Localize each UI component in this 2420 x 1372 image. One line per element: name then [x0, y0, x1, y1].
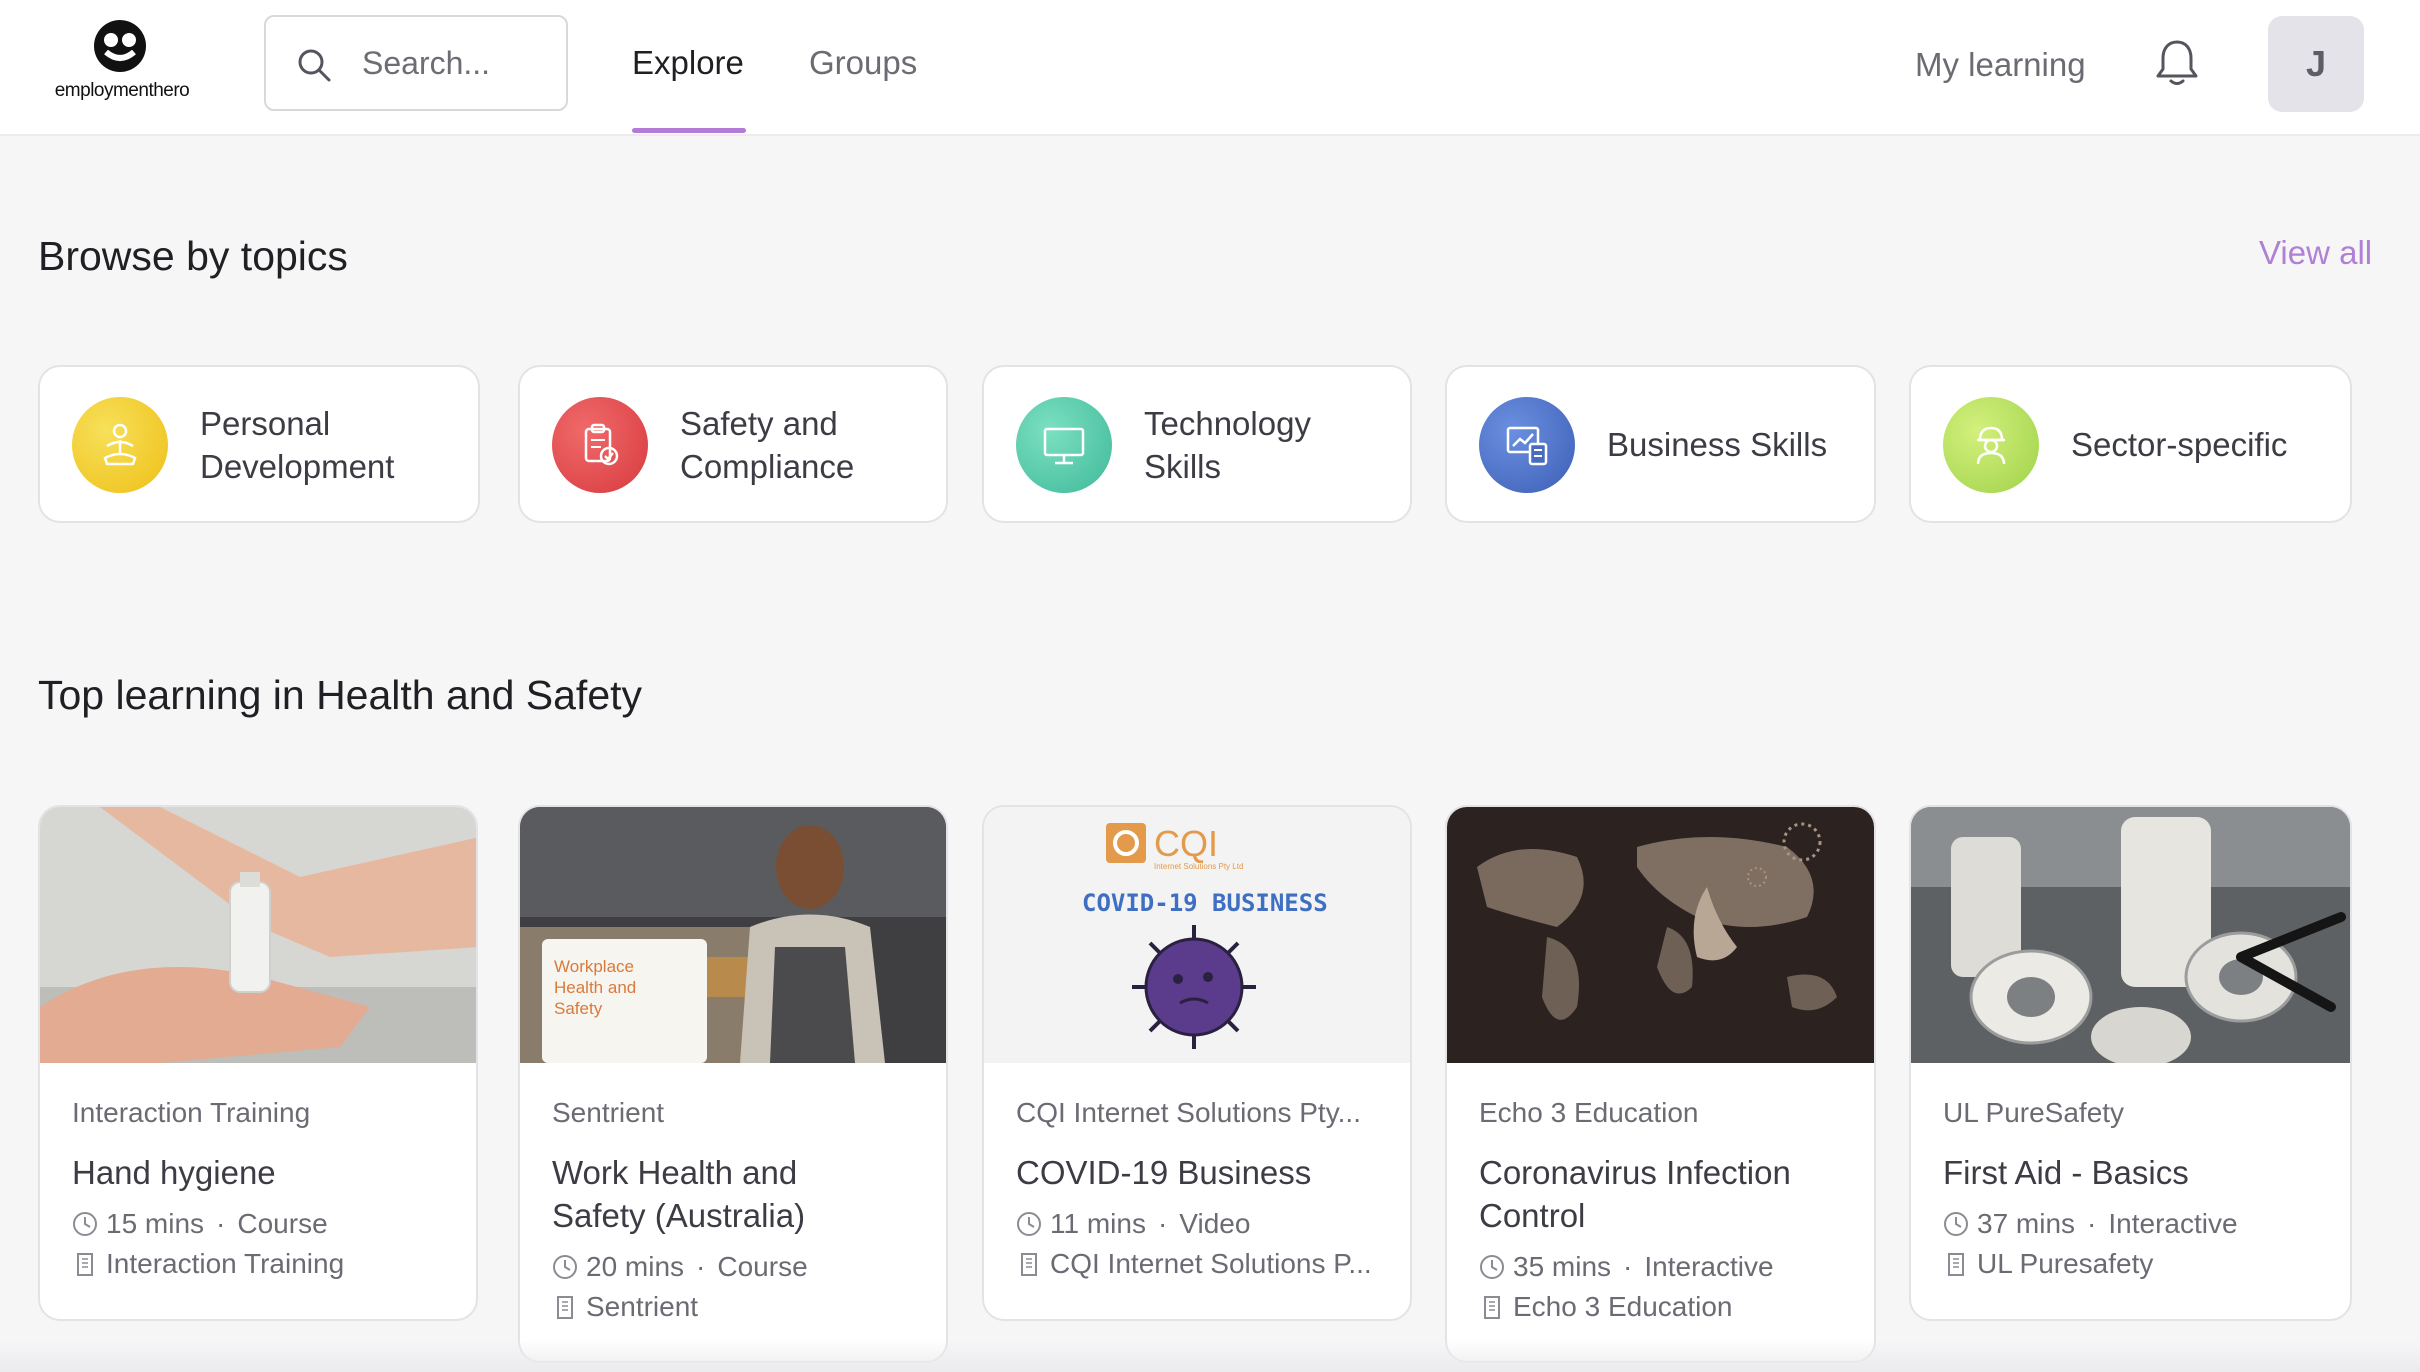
course-duration: 20 mins	[586, 1251, 685, 1282]
building-icon	[1021, 1253, 1037, 1276]
course-duration: 37 mins	[1977, 1208, 2076, 1239]
monitor-icon	[1016, 397, 1112, 493]
course-title[interactable]: Coronavirus Infection Control	[1479, 1151, 1850, 1237]
course-details: UL PureSafety First Aid - Basics 37 mins…	[1943, 1097, 2326, 1284]
course-thumbnail: Workplace Health and Safety	[520, 807, 946, 1063]
course-type: Course	[717, 1251, 808, 1282]
user-avatar[interactable]: J	[2268, 16, 2364, 112]
course-thumbnail	[1911, 807, 2350, 1063]
clock-icon	[1017, 1212, 1041, 1236]
course-duration: 11 mins	[1050, 1208, 1146, 1239]
course-org-line: Sentrient	[552, 1287, 922, 1327]
tab-groups[interactable]: Groups	[809, 44, 917, 82]
course-type: Video	[1179, 1208, 1251, 1239]
course-thumbnail: CQI Internet Solutions Pty Ltd COVID-19 …	[984, 807, 1410, 1063]
topic-label: Technology Skills	[1144, 405, 1311, 485]
search-placeholder: Search...	[362, 45, 491, 81]
course-title[interactable]: COVID-19 Business	[1016, 1151, 1386, 1194]
course-thumbnail	[1447, 807, 1874, 1063]
course-details: Echo 3 Education Coronavirus Infection Co…	[1479, 1097, 1850, 1327]
svg-text:COVID-19 BUSINESS: COVID-19 BUSINESS	[1082, 889, 1328, 917]
course-details: Interaction Training Hand hygiene 15 min…	[72, 1097, 452, 1284]
course-type: Interactive	[2108, 1208, 2238, 1239]
browse-topics-heading: Browse by topics	[38, 233, 348, 279]
topic-card-business-skills[interactable]: Business Skills	[1445, 365, 1876, 523]
course-organisation: Interaction Training	[106, 1248, 345, 1279]
course-provider: CQI Internet Solutions Pty...	[1016, 1097, 1361, 1128]
search-input[interactable]: Search...	[264, 15, 568, 111]
building-icon	[77, 1253, 93, 1276]
svg-text:Workplace: Workplace	[554, 957, 634, 976]
course-organisation: Sentrient	[586, 1291, 699, 1322]
employmenthero-logo[interactable]: employmenthero	[42, 18, 202, 108]
course-duration: 35 mins	[1513, 1251, 1612, 1282]
course-thumbnail	[40, 807, 476, 1063]
top-learning-heading: Top learning in Health and Safety	[38, 672, 643, 718]
clipboard-check-icon	[552, 397, 648, 493]
course-meta: 11 mins · Video	[1016, 1204, 1386, 1244]
my-learning-link[interactable]: My learning	[1915, 46, 2086, 84]
worker-icon	[1943, 397, 2039, 493]
search-icon	[298, 49, 331, 82]
course-meta: 35 mins · Interactive	[1479, 1247, 1850, 1287]
course-org-line: Interaction Training	[72, 1244, 452, 1284]
meditation-icon	[72, 397, 168, 493]
course-meta: 15 mins · Course	[72, 1204, 452, 1244]
logo-wordmark: employmenthero	[54, 80, 190, 101]
course-details: Sentrient Work Health and Safety (Austral…	[552, 1097, 922, 1327]
clock-icon	[1944, 1212, 1968, 1236]
view-all-link[interactable]: View all	[2259, 234, 2372, 272]
top-nav-bar: employmenthero Search... Explore Groups …	[0, 0, 2420, 136]
clock-icon	[73, 1212, 97, 1236]
course-card-coronavirus-infection-control[interactable]: Echo 3 Education Coronavirus Infection Co…	[1445, 805, 1876, 1363]
course-title[interactable]: First Aid - Basics	[1943, 1151, 2326, 1194]
topic-label: Safety and Compliance	[680, 405, 855, 485]
course-meta: 20 mins · Course	[552, 1247, 922, 1287]
tab-explore[interactable]: Explore	[632, 44, 744, 82]
logo-mark-icon	[94, 20, 146, 72]
clock-icon	[1480, 1255, 1504, 1279]
active-tab-indicator	[632, 128, 746, 133]
course-card-hand-hygiene[interactable]: Interaction Training Hand hygiene 15 min…	[38, 805, 478, 1321]
business-chart-icon	[1479, 397, 1575, 493]
course-card-first-aid-basics[interactable]: UL PureSafety First Aid - Basics 37 mins…	[1909, 805, 2352, 1321]
building-icon	[1948, 1253, 1964, 1276]
course-title[interactable]: Hand hygiene	[72, 1151, 452, 1194]
course-org-line: Echo 3 Education	[1479, 1287, 1850, 1327]
course-card-work-health-safety[interactable]: Workplace Health and Safety Sentrient Wo…	[518, 805, 948, 1363]
topic-card-safety-compliance[interactable]: Safety and Compliance	[518, 365, 948, 523]
building-icon	[1484, 1296, 1500, 1319]
svg-text:Health and: Health and	[554, 978, 636, 997]
course-provider: UL PureSafety	[1943, 1097, 2125, 1128]
topic-card-personal-development[interactable]: Personal Development	[38, 365, 480, 523]
scroll-shadow	[0, 1340, 2420, 1372]
course-provider: Interaction Training	[72, 1097, 311, 1128]
course-org-line: UL Puresafety	[1943, 1244, 2326, 1284]
course-meta: 37 mins · Interactive	[1943, 1204, 2326, 1244]
course-details: CQI Internet Solutions Pty... COVID-19 B…	[1016, 1097, 1386, 1284]
clock-icon	[553, 1255, 577, 1279]
course-organisation: UL Puresafety	[1977, 1248, 2154, 1279]
topic-card-sector-specific[interactable]: Sector-specific	[1909, 365, 2352, 523]
course-type: Interactive	[1644, 1251, 1774, 1282]
course-type: Course	[237, 1208, 328, 1239]
course-organisation: Echo 3 Education	[1513, 1291, 1733, 1322]
course-provider: Echo 3 Education	[1479, 1097, 1699, 1128]
building-icon	[557, 1296, 573, 1319]
svg-text:Safety: Safety	[554, 999, 603, 1018]
topic-label: Personal Development	[200, 405, 395, 485]
topic-label: Sector-specific	[2071, 426, 2288, 463]
svg-text:Internet Solutions Pty Ltd: Internet Solutions Pty Ltd	[1154, 862, 1243, 871]
topic-card-technology-skills[interactable]: Technology Skills	[982, 365, 1412, 523]
course-title[interactable]: Work Health and Safety (Australia)	[552, 1151, 922, 1237]
course-org-line: CQI Internet Solutions P...	[1016, 1244, 1386, 1284]
course-card-covid-19-business[interactable]: CQI Internet Solutions Pty Ltd COVID-19 …	[982, 805, 1412, 1321]
course-organisation: CQI Internet Solutions P...	[1050, 1248, 1372, 1279]
course-duration: 15 mins	[106, 1208, 205, 1239]
course-provider: Sentrient	[552, 1097, 665, 1128]
svg-text:CQI: CQI	[1154, 823, 1218, 864]
bell-icon[interactable]	[2154, 38, 2200, 88]
topic-label: Business Skills	[1607, 426, 1828, 463]
